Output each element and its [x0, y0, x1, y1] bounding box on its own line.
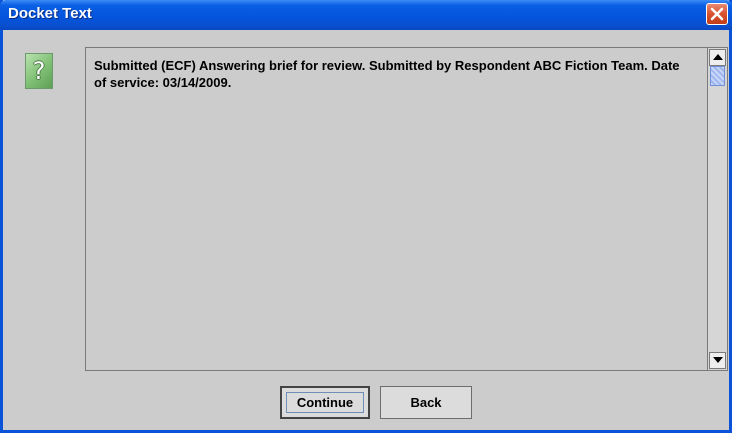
scroll-up-button[interactable] — [709, 49, 726, 66]
scroll-thumb[interactable] — [710, 66, 725, 86]
docket-text-area[interactable]: Submitted (ECF) Answering brief for revi… — [85, 47, 728, 371]
continue-button[interactable]: Continue — [280, 386, 370, 419]
focus-ring — [286, 392, 364, 413]
docket-text-content: Submitted (ECF) Answering brief for revi… — [94, 58, 680, 90]
close-icon — [710, 7, 724, 21]
back-button[interactable]: Back — [380, 386, 472, 419]
arrow-up-icon — [713, 54, 723, 60]
docket-text-dialog: Docket Text ? Submitted (ECF) Answering … — [0, 0, 732, 433]
scroll-down-button[interactable] — [709, 352, 726, 369]
window-title: Docket Text — [8, 5, 92, 22]
arrow-down-icon — [713, 357, 723, 363]
close-button[interactable] — [706, 3, 728, 25]
back-button-label: Back — [410, 395, 442, 410]
question-icon: ? — [25, 53, 53, 89]
vertical-scrollbar[interactable] — [707, 48, 727, 370]
title-bar[interactable]: Docket Text — [0, 0, 732, 30]
